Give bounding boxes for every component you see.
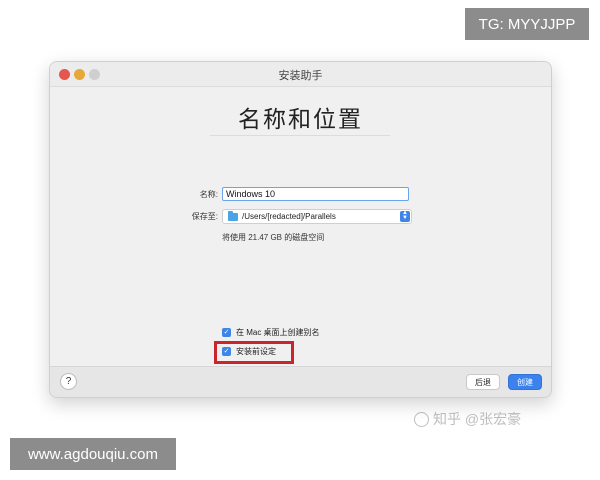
tg-overlay-label: TG: MYYJJPP (465, 8, 589, 40)
site-overlay-label: www.agdouqiu.com (10, 438, 176, 470)
bottom-bar: ? 后退 创建 (50, 366, 551, 397)
save-location-label: 保存至: (191, 212, 218, 221)
installer-window: 安装助手 名称和位置 名称: 保存至: /Users/[redacted]/Pa… (49, 61, 552, 398)
name-field[interactable] (222, 187, 409, 201)
name-label: 名称: (199, 190, 218, 199)
alias-option[interactable]: ✓ 在 Mac 桌面上创建别名 (222, 327, 320, 338)
disk-usage-note: 将使用 21.47 GB 的磁盘空间 (222, 233, 325, 242)
chevron-updown-icon[interactable]: ▲ ▼ (400, 210, 410, 222)
watermark-text: 知乎 @张宏豪 (433, 411, 522, 427)
title-divider (210, 135, 390, 136)
highlight-box (214, 341, 294, 364)
folder-icon (228, 211, 238, 221)
save-path-text: /Users/[redacted]/Parallels (242, 212, 336, 221)
back-button[interactable]: 后退 (466, 374, 500, 390)
create-button[interactable]: 创建 (508, 374, 542, 390)
alias-checkbox[interactable]: ✓ (222, 328, 231, 337)
title-bar: 安装助手 (50, 62, 551, 87)
alias-option-label: 在 Mac 桌面上创建别名 (236, 328, 320, 337)
zhihu-icon (414, 411, 429, 427)
save-location-select[interactable]: /Users/[redacted]/Parallels ▲ ▼ (222, 209, 412, 224)
help-button[interactable]: ? (60, 373, 77, 390)
page-title: 名称和位置 (238, 106, 363, 132)
watermark: 知乎 @张宏豪 (414, 409, 521, 429)
window-title: 安装助手 (278, 70, 323, 82)
